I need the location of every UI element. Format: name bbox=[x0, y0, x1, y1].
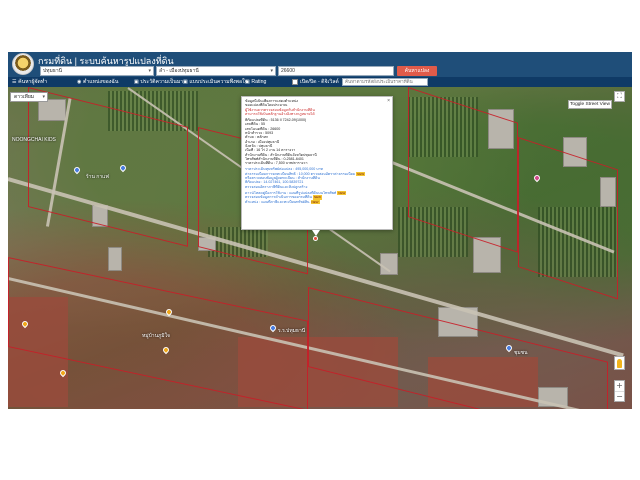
menu-item-history[interactable]: ▣ ประวัติความเป็นมา bbox=[134, 78, 183, 86]
zoom-in-button[interactable]: + bbox=[615, 381, 624, 391]
map-place-label: ร.ร.ปทุมธานี bbox=[278, 328, 306, 334]
map-type-value: ดาวเทียม bbox=[14, 94, 35, 100]
zoom-out-button[interactable]: − bbox=[615, 392, 624, 402]
parcel-boundary[interactable] bbox=[518, 137, 618, 300]
street-view-pegman-icon[interactable] bbox=[614, 356, 625, 370]
toggle-street-view-button[interactable]: Toggle Street View bbox=[568, 100, 612, 109]
province-select[interactable]: ปทุมธานี ▾ bbox=[40, 66, 154, 76]
chevron-down-icon: ▾ bbox=[270, 68, 273, 74]
new-badge: NEW bbox=[337, 190, 347, 196]
map-place-label: NOONGCHAI KIDS bbox=[12, 137, 56, 143]
fullscreen-icon[interactable]: ⛶ bbox=[614, 91, 625, 102]
parcel-details: พิกัดแปลงที่ดิน : 5136 II 7242-09(1000) … bbox=[245, 118, 389, 165]
parcel-location-marker-icon[interactable] bbox=[313, 236, 318, 241]
parcel-links: ราคาประเมินทุนทรัพย์ต่อแปลง : 495,000,00… bbox=[245, 167, 389, 189]
district-select[interactable]: ลำ - เมืองปทุมธานี ▾ bbox=[156, 66, 276, 76]
parcel-number-value: 26600 bbox=[281, 68, 295, 74]
new-badge: NEW bbox=[310, 199, 320, 204]
building bbox=[108, 247, 122, 271]
detail-line: ราคาประเมินที่ดิน : 7,500 บาท/ตารางวา bbox=[245, 161, 308, 166]
popup-disclaimer: ข้อมูลนี้เป็นเพียงการแสดงตำแหน่ง ของแปลง… bbox=[245, 99, 389, 116]
map-type-select[interactable]: ดาวเทียม ▾ bbox=[10, 92, 48, 102]
disclaimer-line: สามารถใช้เป็นหลักฐานอ้างอิงทางกฎหมายได้ bbox=[245, 111, 315, 116]
chevron-down-icon: ▾ bbox=[148, 68, 151, 74]
chevron-down-icon: ▾ bbox=[42, 94, 45, 100]
map-place-label: ชุมชน bbox=[514, 350, 528, 356]
parcel-info-popup: × ข้อมูลนี้เป็นเพียงการแสดงตำแหน่ง ของแป… bbox=[241, 96, 393, 230]
district-value: ลำ - เมืองปทุมธานี bbox=[159, 68, 199, 74]
new-badge: NEW bbox=[356, 171, 366, 177]
appraisal-search-input[interactable]: ค้นหาตามรหัสผังประเมินราคาที่ดิน bbox=[342, 78, 428, 86]
search-parcel-button[interactable]: ค้นหาแปลง bbox=[397, 66, 437, 76]
app-root: กรมที่ดิน | ระบบค้นหารูปแปลงที่ดิน ปทุมธ… bbox=[0, 0, 640, 480]
parcel-number-input[interactable]: 26600 bbox=[278, 66, 394, 76]
zoom-control: + − bbox=[614, 380, 625, 402]
map-place-label: หมู่บ้านภูมิใจ bbox=[142, 333, 170, 339]
info-link[interactable]: ตรวจสอบอัตราภาษีที่ดินและสิ่งปลูกสร้าง bbox=[245, 185, 389, 189]
dol-logo-icon bbox=[12, 53, 34, 75]
digiworld-toggle-checkbox[interactable] bbox=[292, 79, 298, 85]
close-icon[interactable]: × bbox=[387, 98, 390, 104]
menu-item-rating[interactable]: ▣ Rating bbox=[245, 78, 266, 86]
menu-item-search-author[interactable]: ☰ ค้นหาผู้จัดทำ bbox=[12, 78, 47, 86]
menu-item-my-location[interactable]: ◉ ตำแหน่งของฉัน bbox=[77, 78, 118, 86]
map-place-label: ร้าน กาแฟ bbox=[86, 174, 109, 180]
menu-item-satisfaction-survey[interactable]: ▣ แบบประเมินความพึงพอใจ bbox=[183, 78, 248, 86]
menu-item-digiworld[interactable]: เปิด/ปิด - ดิจิเวิลด์ bbox=[300, 78, 339, 86]
footer-link[interactable]: ตำแหน่ง : แผนที่ภาษีและทะเบียนทรัพย์สิน N… bbox=[245, 199, 389, 204]
popup-footer: ดาวน์โหลดคู่มือการใช้งาน : แผนที่รูปแปลง… bbox=[245, 190, 389, 204]
province-value: ปทุมธานี bbox=[43, 68, 63, 74]
